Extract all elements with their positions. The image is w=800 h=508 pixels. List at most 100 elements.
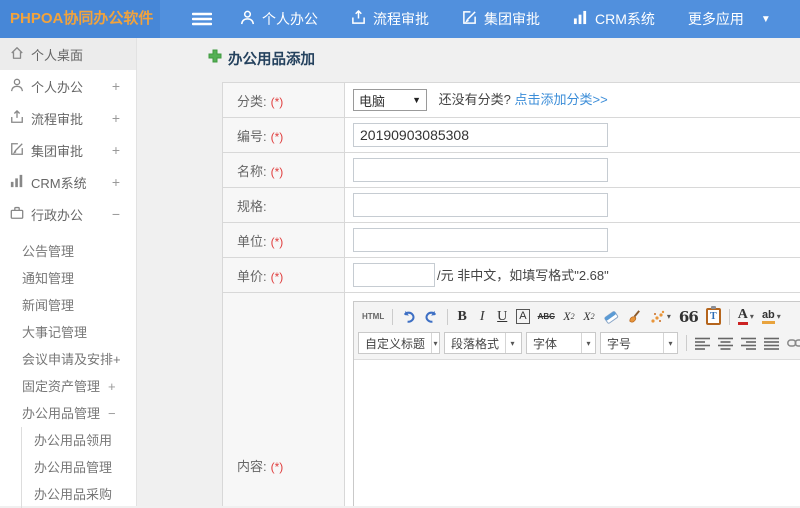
category-select[interactable]: 电脑 ▼: [353, 89, 427, 111]
expand-plus-icon[interactable]: +: [112, 78, 120, 94]
font-family-select[interactable]: 字体▾: [526, 332, 596, 354]
person-icon: [240, 10, 262, 28]
align-right-icon[interactable]: [738, 333, 759, 354]
price-label: 单价:(*): [223, 258, 345, 293]
content-label: 内容:(*): [223, 293, 345, 507]
category-hint: 还没有分类?: [439, 92, 511, 107]
sidebar-item-news-mgmt[interactable]: 新闻管理: [0, 292, 136, 319]
caret-down-icon: ▾: [505, 333, 519, 353]
expand-plus-icon[interactable]: +: [112, 174, 120, 190]
code-label: 编号:(*): [223, 118, 345, 153]
form-row-code: 编号:(*): [223, 118, 800, 153]
name-input[interactable]: [353, 158, 608, 182]
add-category-link[interactable]: 点击添加分类>>: [514, 92, 607, 107]
italic-button[interactable]: I: [473, 306, 491, 327]
briefcase-icon: [10, 206, 31, 223]
paste-clipboard-icon[interactable]: T: [703, 306, 724, 327]
price-suffix: /元 非中文，如填写格式"2.68": [437, 268, 609, 283]
workflow-icon: [10, 110, 31, 127]
sidebar-item-supplies-claim[interactable]: 办公用品领用: [22, 427, 136, 454]
select-caret-icon: ▼: [412, 95, 421, 105]
highlight-color-button[interactable]: ab▾: [759, 306, 784, 327]
align-justify-icon[interactable]: [761, 333, 782, 354]
sidebar-item-meeting-mgmt[interactable]: 会议申请及安排+: [0, 346, 136, 373]
required-mark: (*): [271, 270, 284, 284]
underline-button[interactable]: U: [493, 306, 511, 327]
eraser-icon[interactable]: [600, 306, 622, 327]
top-navigation: 个人办公 流程审批 集团审批 CRM系统 更多应用 ▼: [240, 9, 771, 29]
expand-plus-icon[interactable]: +: [112, 110, 120, 126]
heading-style-select[interactable]: 自定义标题▾: [358, 332, 440, 354]
form-row-spec: 规格:: [223, 188, 800, 223]
expand-plus-icon[interactable]: +: [112, 142, 120, 158]
caret-down-icon: ▾: [667, 312, 671, 321]
chart-icon: [573, 10, 595, 28]
caret-down-icon: ▾: [663, 333, 677, 353]
unit-input[interactable]: [353, 228, 608, 252]
sidebar-item-group-approval[interactable]: 集团审批 +: [0, 134, 136, 166]
main-area: 办公用品添加 分类:(*) 电脑 ▼ 还没有分类? 点击添加分类>> 编号: [138, 38, 800, 506]
sidebar-item-supplies-manage[interactable]: 办公用品管理: [22, 454, 136, 481]
format-brush-icon[interactable]: [624, 306, 645, 327]
html-source-button[interactable]: HTML: [359, 306, 387, 327]
hamburger-menu-icon[interactable]: [192, 12, 212, 26]
blockquote-button[interactable]: 66: [676, 306, 701, 327]
nav-group-approval[interactable]: 集团审批: [462, 9, 540, 29]
sidebar-submenu-children: 办公用品领用 办公用品管理 办公用品采购: [21, 427, 136, 508]
sidebar-item-workflow-approval[interactable]: 流程审批 +: [0, 102, 136, 134]
nav-workflow-approval[interactable]: 流程审批: [351, 9, 429, 29]
font-color-button[interactable]: A▾: [735, 306, 757, 327]
required-mark: (*): [271, 235, 284, 249]
spec-input[interactable]: [353, 193, 608, 217]
font-size-select[interactable]: 字号▾: [600, 332, 678, 354]
caret-down-icon: ▾: [777, 312, 781, 321]
sidebar-item-crm[interactable]: CRM系统 +: [0, 166, 136, 198]
sidebar-item-supplies-purchase[interactable]: 办公用品采购: [22, 481, 136, 508]
edit-icon: [10, 142, 31, 159]
align-center-icon[interactable]: [715, 333, 736, 354]
form-row-name: 名称:(*): [223, 153, 800, 188]
sidebar-item-notice-mgmt[interactable]: 通知管理: [0, 265, 136, 292]
form-row-unit: 单位:(*): [223, 223, 800, 258]
expand-plus-icon: +: [108, 373, 116, 400]
code-input[interactable]: [353, 123, 608, 147]
sidebar: 个人桌面 个人办公 + 流程审批 + 集团审批 + CRM系统 + 行政办公 −…: [0, 38, 137, 506]
redo-icon[interactable]: [421, 306, 442, 327]
sidebar-item-announcement-mgmt[interactable]: 公告管理: [0, 238, 136, 265]
nav-crm-system[interactable]: CRM系统: [573, 9, 655, 29]
app-logo: PHPOA协同办公软件: [0, 0, 160, 38]
required-mark: (*): [271, 460, 284, 474]
align-left-icon[interactable]: [692, 333, 713, 354]
required-mark: (*): [271, 95, 284, 109]
subscript-button[interactable]: X2: [580, 306, 598, 327]
required-mark: (*): [271, 165, 284, 179]
caret-down-icon: ▾: [750, 312, 754, 321]
collapse-minus-icon[interactable]: −: [112, 206, 120, 222]
font-style-box-button[interactable]: A: [513, 306, 532, 327]
nav-personal-office[interactable]: 个人办公: [240, 9, 318, 29]
insert-link-icon[interactable]: [784, 333, 800, 354]
nav-more-apps[interactable]: 更多应用: [688, 9, 744, 29]
price-input[interactable]: [353, 263, 435, 287]
autotypeset-icon[interactable]: ▾: [647, 306, 674, 327]
sidebar-item-desktop[interactable]: 个人桌面: [0, 38, 136, 70]
sidebar-item-fixed-assets-mgmt[interactable]: 固定资产管理+: [0, 373, 136, 400]
sidebar-item-memorabilia-mgmt[interactable]: 大事记管理: [0, 319, 136, 346]
workflow-icon: [351, 10, 373, 28]
undo-icon[interactable]: [398, 306, 419, 327]
strikethrough-button[interactable]: ABC: [535, 306, 558, 327]
caret-down-icon[interactable]: ▼: [761, 14, 771, 25]
editor-content-area[interactable]: [354, 360, 800, 506]
paragraph-format-select[interactable]: 段落格式▾: [444, 332, 522, 354]
chart-icon: [10, 174, 31, 191]
bold-button[interactable]: B: [453, 306, 471, 327]
rich-text-editor: HTML B I U A ABC X2: [353, 301, 800, 506]
superscript-button[interactable]: X2: [560, 306, 578, 327]
sidebar-item-personal-office[interactable]: 个人办公 +: [0, 70, 136, 102]
home-icon: [10, 46, 31, 63]
sidebar-item-admin-office[interactable]: 行政办公 −: [0, 198, 136, 230]
sidebar-submenu: 公告管理 通知管理 新闻管理 大事记管理 会议申请及安排+ 固定资产管理+ 办公…: [0, 238, 136, 508]
sidebar-item-office-supplies-mgmt[interactable]: 办公用品管理−: [0, 400, 136, 427]
spec-label: 规格:: [223, 188, 345, 223]
add-plus-icon: [208, 49, 222, 68]
